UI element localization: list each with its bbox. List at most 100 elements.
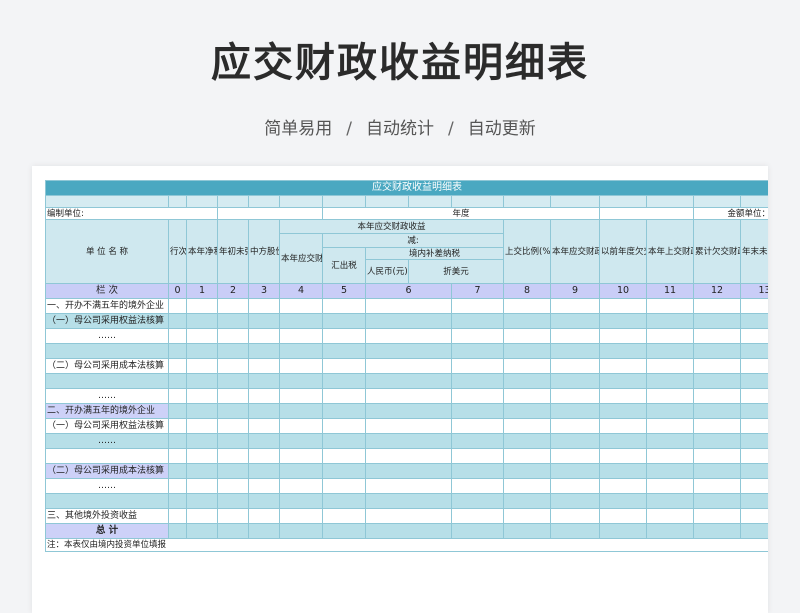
table-cell[interactable] bbox=[248, 373, 280, 389]
table-cell[interactable] bbox=[365, 448, 452, 464]
table-cell[interactable] bbox=[248, 433, 280, 449]
table-row-label[interactable]: …… bbox=[45, 388, 169, 404]
table-cell[interactable] bbox=[168, 448, 187, 464]
table-cell[interactable] bbox=[599, 508, 647, 524]
table-cell[interactable] bbox=[322, 418, 366, 434]
table-cell[interactable] bbox=[740, 313, 768, 329]
table-cell[interactable] bbox=[248, 388, 280, 404]
table-cell[interactable] bbox=[322, 358, 366, 374]
table-cell[interactable] bbox=[168, 433, 187, 449]
table-cell[interactable] bbox=[646, 373, 694, 389]
table-cell[interactable] bbox=[248, 508, 280, 524]
table-cell[interactable] bbox=[217, 358, 249, 374]
table-cell[interactable] bbox=[550, 313, 600, 329]
table-cell[interactable] bbox=[740, 298, 768, 314]
table-cell[interactable] bbox=[503, 298, 551, 314]
table-cell[interactable] bbox=[186, 448, 218, 464]
table-row-label[interactable] bbox=[45, 448, 169, 464]
table-cell[interactable] bbox=[599, 418, 647, 434]
table-cell[interactable] bbox=[168, 463, 187, 479]
table-cell[interactable] bbox=[693, 343, 741, 359]
table-cell[interactable] bbox=[550, 328, 600, 344]
table-cell[interactable] bbox=[186, 463, 218, 479]
table-cell[interactable] bbox=[365, 508, 452, 524]
table-cell[interactable] bbox=[217, 313, 249, 329]
table-cell[interactable] bbox=[740, 358, 768, 374]
table-cell[interactable] bbox=[503, 373, 551, 389]
table-cell[interactable] bbox=[646, 448, 694, 464]
table-cell[interactable] bbox=[217, 328, 249, 344]
table-cell[interactable] bbox=[550, 508, 600, 524]
table-row-label[interactable]: （一）母公司采用权益法核算 bbox=[45, 313, 169, 329]
table-cell[interactable] bbox=[365, 328, 452, 344]
table-cell[interactable] bbox=[693, 313, 741, 329]
table-cell[interactable] bbox=[646, 478, 694, 494]
table-cell[interactable] bbox=[740, 508, 768, 524]
table-cell[interactable] bbox=[550, 298, 600, 314]
table-cell[interactable] bbox=[503, 463, 551, 479]
table-cell[interactable] bbox=[168, 358, 187, 374]
table-cell[interactable] bbox=[646, 493, 694, 509]
table-cell[interactable] bbox=[186, 493, 218, 509]
table-cell[interactable] bbox=[322, 478, 366, 494]
table-cell[interactable] bbox=[740, 418, 768, 434]
table-cell[interactable] bbox=[186, 388, 218, 404]
table-row-label[interactable]: （一）母公司采用权益法核算 bbox=[45, 418, 169, 434]
table-cell[interactable] bbox=[217, 523, 249, 539]
table-cell[interactable] bbox=[186, 523, 218, 539]
table-cell[interactable] bbox=[451, 523, 504, 539]
table-row-label[interactable]: （二）母公司采用成本法核算 bbox=[45, 358, 169, 374]
table-cell[interactable] bbox=[279, 523, 323, 539]
table-cell[interactable] bbox=[693, 418, 741, 434]
table-cell[interactable] bbox=[740, 493, 768, 509]
table-cell[interactable] bbox=[279, 478, 323, 494]
table-cell[interactable] bbox=[451, 403, 504, 419]
table-cell[interactable] bbox=[248, 358, 280, 374]
table-cell[interactable] bbox=[279, 358, 323, 374]
table-cell[interactable] bbox=[168, 478, 187, 494]
table-cell[interactable] bbox=[646, 403, 694, 419]
table-cell[interactable] bbox=[451, 463, 504, 479]
table-cell[interactable] bbox=[503, 493, 551, 509]
table-cell[interactable] bbox=[365, 433, 452, 449]
table-cell[interactable] bbox=[248, 403, 280, 419]
table-cell[interactable] bbox=[503, 328, 551, 344]
table-cell[interactable] bbox=[740, 448, 768, 464]
table-cell[interactable] bbox=[168, 493, 187, 509]
table-cell[interactable] bbox=[550, 403, 600, 419]
table-cell[interactable] bbox=[168, 418, 187, 434]
table-cell[interactable] bbox=[646, 433, 694, 449]
table-cell[interactable] bbox=[451, 343, 504, 359]
table-cell[interactable] bbox=[248, 463, 280, 479]
table-cell[interactable] bbox=[168, 298, 187, 314]
table-cell[interactable] bbox=[503, 478, 551, 494]
table-cell[interactable] bbox=[217, 343, 249, 359]
table-cell[interactable] bbox=[168, 373, 187, 389]
table-cell[interactable] bbox=[322, 433, 366, 449]
table-cell[interactable] bbox=[740, 523, 768, 539]
table-cell[interactable] bbox=[599, 433, 647, 449]
table-cell[interactable] bbox=[451, 493, 504, 509]
table-row-label[interactable]: …… bbox=[45, 328, 169, 344]
table-cell[interactable] bbox=[599, 373, 647, 389]
table-cell[interactable] bbox=[451, 478, 504, 494]
table-cell[interactable] bbox=[740, 328, 768, 344]
table-cell[interactable] bbox=[365, 358, 452, 374]
table-cell[interactable] bbox=[217, 373, 249, 389]
table-cell[interactable] bbox=[279, 508, 323, 524]
table-cell[interactable] bbox=[322, 298, 366, 314]
table-cell[interactable] bbox=[599, 358, 647, 374]
table-cell[interactable] bbox=[693, 433, 741, 449]
table-cell[interactable] bbox=[365, 463, 452, 479]
table-cell[interactable] bbox=[365, 343, 452, 359]
table-row-label[interactable] bbox=[45, 493, 169, 509]
table-row-label[interactable]: （二）母公司采用成本法核算 bbox=[45, 463, 169, 479]
table-cell[interactable] bbox=[599, 463, 647, 479]
table-cell[interactable] bbox=[599, 298, 647, 314]
table-cell[interactable] bbox=[365, 493, 452, 509]
table-cell[interactable] bbox=[186, 328, 218, 344]
table-cell[interactable] bbox=[740, 343, 768, 359]
table-row-label[interactable]: …… bbox=[45, 478, 169, 494]
table-cell[interactable] bbox=[646, 508, 694, 524]
table-cell[interactable] bbox=[503, 403, 551, 419]
